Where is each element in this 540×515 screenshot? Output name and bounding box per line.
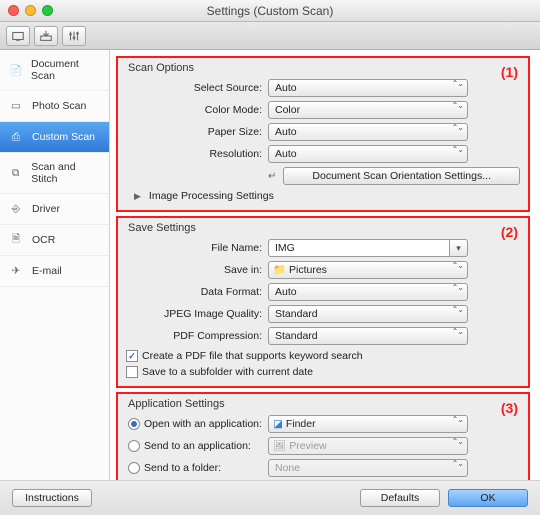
scan-options-title: Scan Options <box>128 62 520 74</box>
pdf-compression-select[interactable]: Standard <box>268 327 468 345</box>
resolution-select[interactable]: Auto <box>268 145 468 163</box>
ocr-icon: 🗎 <box>8 233 24 247</box>
open-with-value: Finder <box>286 418 316 430</box>
subfolder-checkbox[interactable] <box>126 366 138 378</box>
close-icon[interactable] <box>8 5 19 16</box>
sidebar-item-label: Document Scan <box>31 58 101 82</box>
paper-size-label: Paper Size: <box>126 126 268 138</box>
select-source-label: Select Source: <box>126 82 268 94</box>
sidebar-item-email[interactable]: ✈ E-mail <box>0 256 109 287</box>
sidebar-item-driver[interactable]: ⎆ Driver <box>0 194 109 225</box>
ok-button[interactable]: OK <box>448 489 528 507</box>
footer: Instructions Defaults OK <box>0 480 540 515</box>
sidebar-item-scan-and-stitch[interactable]: ⧉ Scan and Stitch <box>0 153 109 194</box>
instructions-button[interactable]: Instructions <box>12 489 92 507</box>
file-name-label: File Name: <box>126 242 268 254</box>
main-content: (1) Scan Options Select Source: Auto Col… <box>110 50 540 480</box>
color-mode-select[interactable]: Color <box>268 101 468 119</box>
open-with-select[interactable]: ◪ Finder <box>268 415 468 433</box>
send-app-select[interactable]: 🖼 Preview <box>268 437 468 455</box>
keyword-search-label: Create a PDF file that supports keyword … <box>142 350 363 362</box>
annotation-3: (3) <box>501 400 518 416</box>
sidebar-item-ocr[interactable]: 🗎 OCR <box>0 225 109 256</box>
sidebar-item-label: Custom Scan <box>32 131 95 143</box>
return-icon: ↵ <box>268 171 276 182</box>
sidebar-item-label: Photo Scan <box>32 100 86 112</box>
custom-icon: ⎙ <box>8 130 24 144</box>
orientation-settings-button[interactable]: Document Scan Orientation Settings... <box>283 167 520 185</box>
sidebar-item-custom-scan[interactable]: ⎙ Custom Scan <box>0 122 109 153</box>
application-settings-group: (3) Application Settings Open with an ap… <box>116 392 530 480</box>
annotation-2: (2) <box>501 224 518 240</box>
save-settings-group: (2) Save Settings File Name: IMG ▾ Save … <box>116 216 530 388</box>
jpeg-quality-select[interactable]: Standard <box>268 305 468 323</box>
disclosure-triangle-icon[interactable]: ▶ <box>134 191 141 202</box>
send-app-label: Send to an application: <box>144 440 251 452</box>
stitch-icon: ⧉ <box>8 166 23 180</box>
document-icon: 📄 <box>8 63 23 77</box>
open-with-radio[interactable] <box>128 418 140 430</box>
defaults-button[interactable]: Defaults <box>360 489 440 507</box>
preview-icon: 🖼 <box>273 440 286 452</box>
minimize-icon[interactable] <box>25 5 36 16</box>
pdf-compression-label: PDF Compression: <box>126 330 268 342</box>
save-settings-title: Save Settings <box>128 222 520 234</box>
folder-icon: 📁 <box>273 264 286 276</box>
titlebar: Settings (Custom Scan) <box>0 0 540 22</box>
finder-icon: ◪ <box>273 418 283 430</box>
application-settings-title: Application Settings <box>128 398 520 410</box>
file-name-input[interactable]: IMG <box>268 239 450 257</box>
paper-size-select[interactable]: Auto <box>268 123 468 141</box>
send-folder-select[interactable]: None <box>268 459 468 477</box>
sidebar: 📄Document Scan ▭Photo Scan ⎙Custom Scan … <box>0 50 110 480</box>
color-mode-label: Color Mode: <box>126 104 268 116</box>
data-format-label: Data Format: <box>126 286 268 298</box>
image-processing-label[interactable]: Image Processing Settings <box>149 190 274 202</box>
data-format-select[interactable]: Auto <box>268 283 468 301</box>
send-app-radio[interactable] <box>128 440 140 452</box>
annotation-1: (1) <box>501 64 518 80</box>
sidebar-item-photo-scan[interactable]: ▭ Photo Scan <box>0 91 109 122</box>
sidebar-item-label: Scan and Stitch <box>31 161 101 185</box>
toolbar <box>0 22 540 50</box>
save-in-value: Pictures <box>289 264 327 276</box>
settings-window: Settings (Custom Scan) 📄 Document Scan ▭ P… <box>0 0 540 515</box>
photo-icon: ▭ <box>8 99 24 113</box>
sidebar-item-label: E-mail <box>32 265 62 277</box>
resolution-label: Resolution: <box>126 148 268 160</box>
file-name-dropdown-button[interactable]: ▾ <box>450 239 468 257</box>
send-folder-label: Send to a folder: <box>144 462 221 474</box>
toolbar-preferences-icon[interactable] <box>62 26 86 46</box>
send-folder-radio[interactable] <box>128 462 140 474</box>
email-icon: ✈ <box>8 264 24 278</box>
driver-icon: ⎆ <box>8 202 24 216</box>
send-app-value: Preview <box>289 440 326 452</box>
window-title: Settings (Custom Scan) <box>0 4 540 18</box>
select-source-select[interactable]: Auto <box>268 79 468 97</box>
save-in-select[interactable]: 📁 Pictures <box>268 261 468 279</box>
jpeg-quality-label: JPEG Image Quality: <box>126 308 268 320</box>
open-with-label: Open with an application: <box>144 418 262 430</box>
subfolder-label: Save to a subfolder with current date <box>142 366 313 378</box>
sidebar-item-document-scan[interactable]: 📄 Document Scan <box>0 50 109 91</box>
save-in-label: Save in: <box>126 264 268 276</box>
toolbar-scan-to-computer-icon[interactable] <box>34 26 58 46</box>
toolbar-scan-from-computer-icon[interactable] <box>6 26 30 46</box>
zoom-icon[interactable] <box>42 5 53 16</box>
keyword-search-checkbox[interactable] <box>126 350 138 362</box>
scan-options-group: (1) Scan Options Select Source: Auto Col… <box>116 56 530 212</box>
sidebar-item-label: Driver <box>32 203 60 215</box>
sidebar-item-label: OCR <box>32 234 55 246</box>
